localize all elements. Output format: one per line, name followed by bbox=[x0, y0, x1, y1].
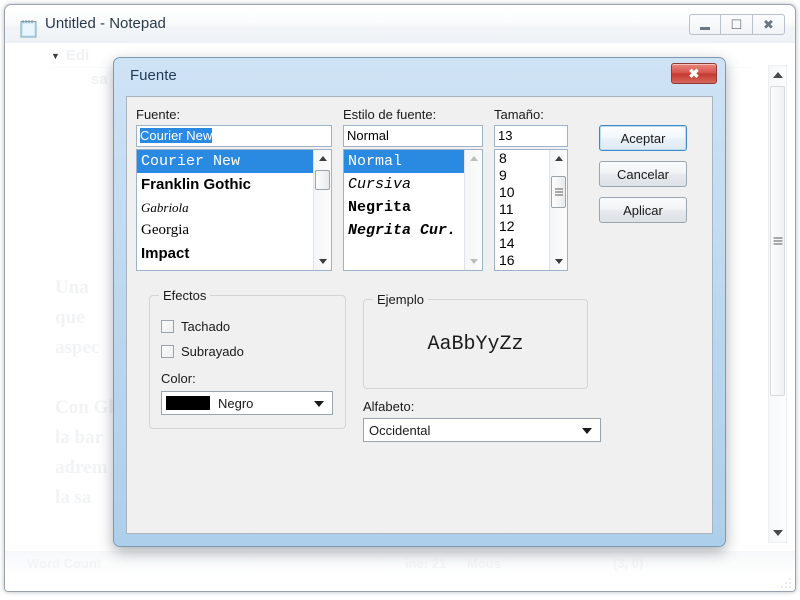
apply-button[interactable]: Aplicar bbox=[599, 197, 687, 223]
window-controls: ▬ ☐ ✖ bbox=[689, 14, 785, 35]
dialog-title: Fuente bbox=[130, 67, 177, 84]
resize-grip-icon[interactable] bbox=[779, 576, 791, 588]
strikeout-checkbox-row[interactable]: Tachado bbox=[161, 319, 230, 334]
font-family-label: Fuente: bbox=[136, 107, 181, 122]
font-dialog: Fuente ✖ Fuente: Courier New Courier New… bbox=[113, 57, 726, 547]
maximize-button[interactable]: ☐ bbox=[721, 14, 753, 35]
accept-button[interactable]: Aceptar bbox=[599, 125, 687, 151]
font-family-list-item[interactable]: Gabriola bbox=[137, 196, 331, 219]
strikeout-label: Tachado bbox=[181, 319, 231, 334]
grip-icon bbox=[554, 187, 563, 198]
grip-icon bbox=[773, 236, 782, 247]
size-list-scrollbar[interactable] bbox=[549, 150, 567, 270]
close-button[interactable]: ✖ bbox=[753, 14, 785, 35]
color-label: Color: bbox=[161, 371, 196, 386]
window-title: Untitled - Notepad bbox=[45, 15, 166, 32]
status-word-count: Word Count bbox=[27, 556, 102, 571]
font-style-list-item[interactable]: Negrita bbox=[344, 196, 482, 219]
document-text[interactable]: Una que aspec Con Gl la bar adrem la sa bbox=[55, 273, 114, 513]
font-style-input[interactable]: Normal bbox=[343, 125, 483, 147]
sample-group-title: Ejemplo bbox=[373, 292, 428, 307]
scroll-up-icon[interactable] bbox=[465, 150, 482, 167]
font-family-list-item[interactable]: Georgia bbox=[137, 219, 331, 242]
font-family-list-item[interactable]: Impact bbox=[137, 242, 331, 265]
menu-item-secondary[interactable]: sa bbox=[91, 71, 108, 88]
menu-bar[interactable]: ▼ Edi bbox=[51, 47, 89, 64]
font-family-list-items: Courier New Franklin Gothic Gabriola Georgi… bbox=[137, 150, 331, 265]
effects-group-title: Efectos bbox=[159, 288, 211, 303]
scrollbar-thumb[interactable] bbox=[315, 170, 330, 190]
font-size-label: Tamaño: bbox=[494, 107, 544, 122]
scroll-down-icon[interactable] bbox=[550, 253, 567, 270]
notepad-titlebar[interactable]: Untitled - Notepad ▬ ☐ ✖ bbox=[5, 5, 795, 43]
color-swatch bbox=[166, 396, 210, 410]
underline-checkbox-row[interactable]: Subrayado bbox=[161, 344, 244, 359]
chevron-down-icon bbox=[314, 401, 324, 407]
scroll-down-icon[interactable] bbox=[314, 253, 331, 270]
font-size-list[interactable]: 8 9 10 11 12 14 16 bbox=[494, 149, 568, 271]
scroll-down-icon[interactable] bbox=[465, 253, 482, 270]
close-icon: ✖ bbox=[688, 66, 700, 81]
font-style-input-value: Normal bbox=[347, 128, 389, 143]
scroll-up-icon[interactable] bbox=[550, 150, 567, 167]
font-style-list[interactable]: Normal Cursiva Negrita Negrita Cur. bbox=[343, 149, 483, 271]
script-label: Alfabeto: bbox=[363, 399, 415, 414]
status-bar: Word Count ine: 21 Mous (3, 0) bbox=[5, 551, 795, 577]
minimize-icon: ▬ bbox=[700, 21, 710, 33]
underline-checkbox[interactable] bbox=[161, 345, 174, 358]
scroll-up-icon[interactable] bbox=[769, 66, 786, 84]
style-list-scrollbar[interactable] bbox=[464, 150, 482, 270]
maximize-icon: ☐ bbox=[730, 17, 743, 32]
chevron-down-icon: ▼ bbox=[51, 50, 60, 61]
vertical-scrollbar[interactable] bbox=[768, 65, 787, 543]
strikeout-checkbox[interactable] bbox=[161, 320, 174, 333]
cancel-button[interactable]: Cancelar bbox=[599, 161, 687, 187]
scroll-down-icon[interactable] bbox=[769, 524, 786, 542]
script-dropdown[interactable]: Occidental bbox=[363, 418, 601, 442]
chevron-down-icon bbox=[582, 428, 592, 434]
font-family-list-item[interactable]: Franklin Gothic bbox=[137, 173, 331, 196]
minimize-button[interactable]: ▬ bbox=[689, 14, 721, 35]
font-family-input[interactable]: Courier New bbox=[136, 125, 332, 147]
font-family-input-value: Courier New bbox=[140, 128, 213, 143]
font-family-list-item[interactable]: Courier New bbox=[137, 150, 331, 173]
scrollbar-thumb[interactable] bbox=[770, 86, 785, 396]
font-style-label: Estilo de fuente: bbox=[343, 107, 437, 122]
font-size-input[interactable]: 13 bbox=[494, 125, 568, 147]
notepad-icon bbox=[20, 20, 37, 38]
font-style-list-item[interactable]: Normal bbox=[344, 150, 482, 173]
status-mouse: Mous bbox=[467, 556, 501, 571]
close-icon: ✖ bbox=[763, 17, 774, 32]
scroll-up-icon[interactable] bbox=[314, 150, 331, 167]
font-style-list-item[interactable]: Negrita Cur. bbox=[344, 219, 482, 242]
font-style-list-items: Normal Cursiva Negrita Negrita Cur. bbox=[344, 150, 482, 242]
status-coords: (3, 0) bbox=[613, 556, 644, 571]
font-size-input-value: 13 bbox=[498, 128, 513, 143]
menu-item-edit[interactable]: Edi bbox=[66, 47, 89, 64]
scrollbar-thumb[interactable] bbox=[551, 176, 566, 208]
sample-text: AaBbYyZz bbox=[427, 332, 524, 356]
color-value: Negro bbox=[218, 395, 254, 411]
script-value: Occidental bbox=[369, 422, 431, 438]
font-list-scrollbar[interactable] bbox=[313, 150, 331, 270]
status-line: ine: 21 bbox=[405, 556, 447, 571]
dialog-titlebar[interactable]: Fuente ✖ bbox=[118, 62, 721, 96]
dialog-close-button[interactable]: ✖ bbox=[671, 63, 717, 84]
sample-group: Ejemplo AaBbYyZz bbox=[363, 292, 588, 389]
font-family-list[interactable]: Courier New Franklin Gothic Gabriola Georgi… bbox=[136, 149, 332, 271]
font-style-list-item[interactable]: Cursiva bbox=[344, 173, 482, 196]
color-dropdown[interactable]: Negro bbox=[161, 391, 333, 415]
dialog-client-area: Fuente: Courier New Courier New Franklin … bbox=[126, 96, 713, 534]
underline-label: Subrayado bbox=[181, 344, 244, 359]
